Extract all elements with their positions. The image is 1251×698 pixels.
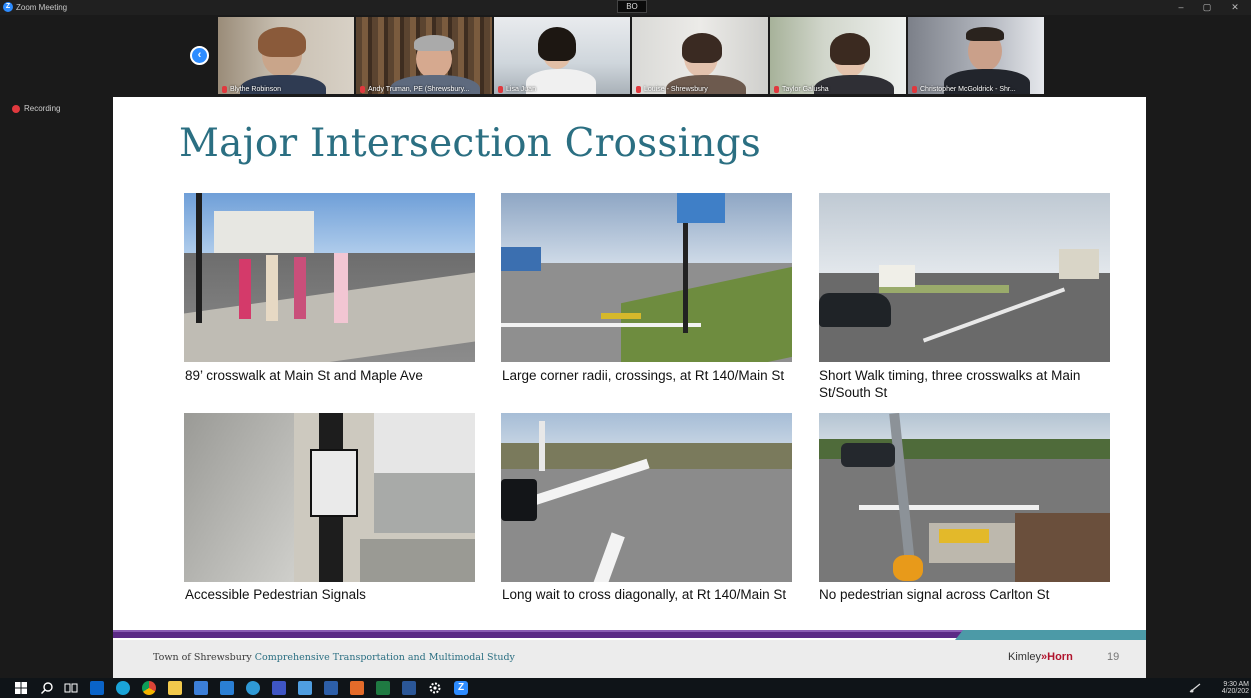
task-view-icon[interactable]: [64, 681, 78, 695]
network-icon[interactable]: [1188, 681, 1202, 695]
chrome-icon[interactable]: [142, 681, 156, 695]
previous-videos-button[interactable]: ‹: [190, 46, 209, 65]
store-icon[interactable]: [194, 681, 208, 695]
muted-mic-icon: [774, 86, 779, 93]
file-explorer-icon[interactable]: [168, 681, 182, 695]
participant-name: Louise - Shrewsbury: [644, 86, 708, 93]
active-speaker-tag[interactable]: BO: [617, 0, 647, 13]
slide-photo: [819, 413, 1110, 582]
slide-color-band: [113, 630, 1146, 640]
window-title-bar: Z Zoom Meeting BO – ▢ ✕: [0, 0, 1251, 15]
slide-photo: [501, 413, 792, 582]
participant-video-tile[interactable]: Christopher McGoldrick - Shr...: [908, 17, 1044, 94]
excel-icon[interactable]: [376, 681, 390, 695]
system-clock[interactable]: 9:30 AM 4/20/202: [1206, 681, 1249, 695]
brand-logo: Kimley»Horn: [1008, 651, 1073, 663]
app-icon[interactable]: [298, 681, 312, 695]
word-icon[interactable]: [402, 681, 416, 695]
photo-caption: Long wait to cross diagonally, at Rt 140…: [502, 587, 787, 602]
participant-video-tile[interactable]: Blythe Robinson: [218, 17, 354, 94]
edge-icon[interactable]: [116, 681, 130, 695]
recording-label: Recording: [24, 104, 61, 113]
photo-caption: Large corner radii, crossings, at Rt 140…: [502, 368, 785, 383]
windows-icon[interactable]: [14, 681, 28, 695]
slide-photo: [501, 193, 792, 362]
maximize-button[interactable]: ▢: [1200, 2, 1214, 13]
participant-name: Andy Truman, PE (Shrewsbury...: [368, 86, 470, 93]
shared-screen-slide: Major Intersection Crossings 89’ crosswa…: [113, 97, 1146, 678]
app-icon[interactable]: [324, 681, 338, 695]
minimize-button[interactable]: –: [1174, 2, 1188, 13]
muted-mic-icon: [222, 86, 227, 93]
slide-photo: [184, 413, 475, 582]
photo-caption: Accessible Pedestrian Signals: [185, 587, 366, 602]
muted-mic-icon: [360, 86, 365, 93]
zoom-logo-icon: Z: [3, 2, 13, 12]
recording-dot-icon: [12, 104, 20, 113]
recording-indicator[interactable]: Recording: [12, 104, 60, 113]
slide-photo: [184, 193, 475, 362]
windows-taskbar: Z 9:30 AM 4/20/202: [0, 678, 1251, 698]
muted-mic-icon: [498, 86, 503, 93]
participant-name: Lisa Juan: [506, 86, 536, 93]
slide-page-number: 19: [1107, 651, 1120, 663]
muted-mic-icon: [636, 86, 641, 93]
slide-footer: Town of Shrewsbury Comprehensive Transpo…: [113, 640, 1146, 678]
outlook-icon[interactable]: [90, 681, 104, 695]
photo-caption: No pedestrian signal across Carlton St: [819, 587, 1050, 602]
photo-caption: Short Walk timing, three crosswalks at M…: [819, 368, 1081, 400]
participant-video-tile[interactable]: Louise - Shrewsbury: [632, 17, 768, 94]
participant-video-tile[interactable]: Taylor Galusha: [770, 17, 906, 94]
settings-icon[interactable]: [428, 681, 442, 695]
slide-photo: [819, 193, 1110, 362]
footer-study-title: Town of Shrewsbury Comprehensive Transpo…: [153, 652, 515, 663]
slide-title: Major Intersection Crossings: [179, 121, 761, 166]
app-icon[interactable]: [246, 681, 260, 695]
close-button[interactable]: ✕: [1228, 2, 1242, 13]
participant-name: Blythe Robinson: [230, 86, 281, 93]
zoom-icon[interactable]: Z: [454, 681, 468, 695]
participant-video-tile[interactable]: Lisa Juan: [494, 17, 630, 94]
participant-name: Taylor Galusha: [782, 86, 829, 93]
app-title: Zoom Meeting: [16, 3, 68, 12]
mail-icon[interactable]: [220, 681, 234, 695]
participant-video-tile[interactable]: Andy Truman, PE (Shrewsbury...: [356, 17, 492, 94]
app-icon[interactable]: [272, 681, 286, 695]
app-icon[interactable]: [350, 681, 364, 695]
search-icon[interactable]: [40, 681, 54, 695]
muted-mic-icon: [912, 86, 917, 93]
participant-name: Christopher McGoldrick - Shr...: [920, 86, 1016, 93]
photo-caption: 89’ crosswalk at Main St and Maple Ave: [185, 368, 423, 383]
